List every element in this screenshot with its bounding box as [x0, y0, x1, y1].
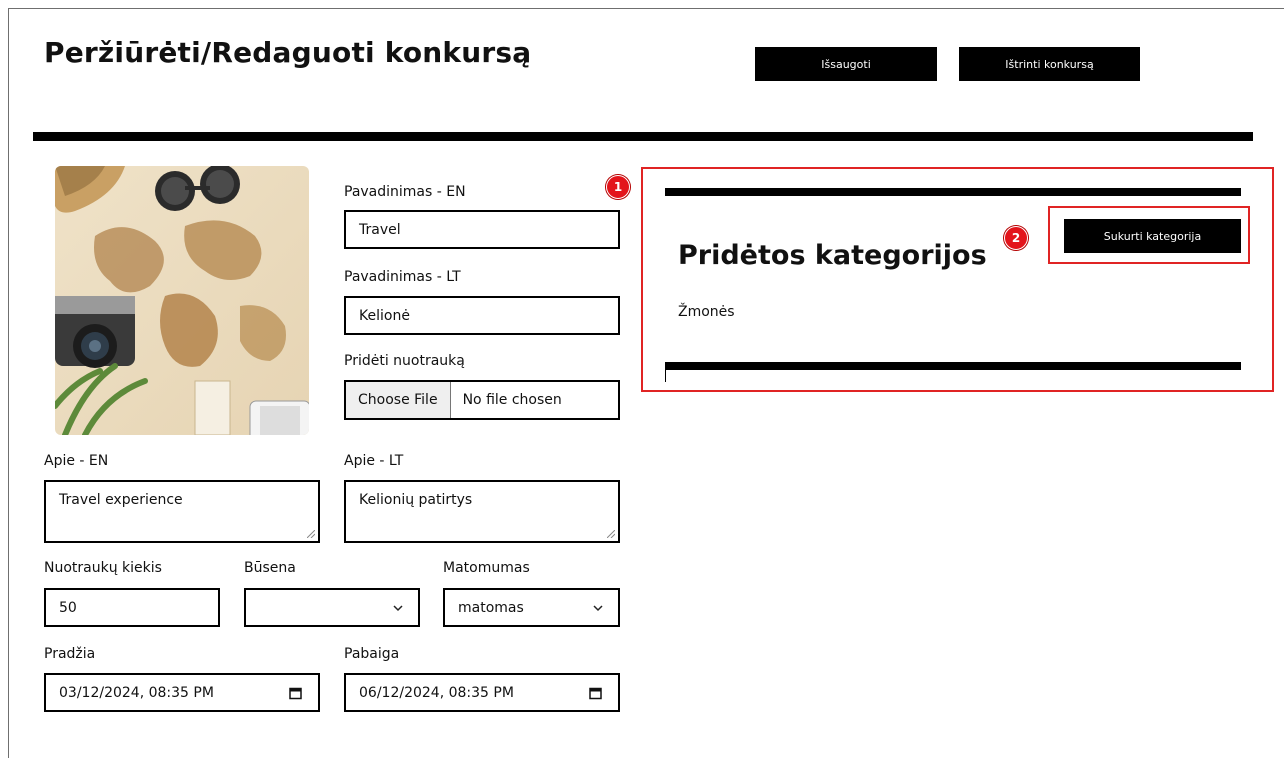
about-en-value: Travel experience — [59, 492, 183, 508]
save-button[interactable]: Išsaugoti — [755, 47, 937, 81]
name-lt-input[interactable]: Kelionė — [344, 296, 620, 335]
header-divider — [33, 132, 1253, 141]
photo-count-input[interactable]: 50 — [44, 588, 220, 627]
end-date-value: 06/12/2024, 08:35 PM — [359, 684, 514, 701]
window-top-border — [8, 8, 1284, 9]
annotation-highlight-create-button — [1048, 206, 1250, 264]
contest-image — [55, 166, 309, 435]
name-lt-label: Pavadinimas - LT — [344, 269, 461, 285]
visibility-label: Matomumas — [443, 560, 530, 576]
status-label: Būsena — [244, 560, 296, 576]
chevron-down-icon — [593, 604, 603, 611]
file-status-text: No file chosen — [462, 392, 562, 408]
about-en-textarea[interactable]: Travel experience — [44, 480, 320, 543]
calendar-icon[interactable] — [589, 686, 602, 699]
visibility-select[interactable]: matomas — [443, 588, 620, 627]
name-en-label: Pavadinimas - EN — [344, 184, 466, 200]
window-left-border — [8, 8, 9, 758]
delete-contest-button[interactable]: Ištrinti konkursą — [959, 47, 1140, 81]
end-date-label: Pabaiga — [344, 646, 400, 662]
name-en-value: Travel — [359, 221, 401, 238]
start-date-value: 03/12/2024, 08:35 PM — [59, 684, 214, 701]
end-datetime-input[interactable]: 06/12/2024, 08:35 PM — [344, 673, 620, 712]
photo-upload-label: Pridėti nuotrauką — [344, 353, 465, 369]
annotation-badge-2: 2 — [1004, 226, 1028, 250]
about-en-label: Apie - EN — [44, 453, 109, 469]
start-date-label: Pradžia — [44, 646, 96, 662]
about-lt-value: Kelionių patirtys — [359, 492, 473, 508]
photo-file-input[interactable]: Choose File No file chosen — [344, 380, 620, 420]
about-lt-label: Apie - LT — [344, 453, 404, 469]
photo-count-label: Nuotraukų kiekis — [44, 560, 162, 576]
choose-file-button[interactable]: Choose File — [346, 382, 451, 418]
annotation-highlight-categories — [641, 167, 1274, 392]
page-title: Peržiūrėti/Redaguoti konkursą — [44, 36, 532, 69]
chevron-down-icon — [393, 604, 403, 611]
visibility-value: matomas — [458, 599, 524, 616]
about-lt-textarea[interactable]: Kelionių patirtys — [344, 480, 620, 543]
name-en-input[interactable]: Travel — [344, 210, 620, 249]
start-datetime-input[interactable]: 03/12/2024, 08:35 PM — [44, 673, 320, 712]
name-lt-value: Kelionė — [359, 307, 410, 324]
calendar-icon[interactable] — [289, 686, 302, 699]
photo-count-value: 50 — [59, 599, 77, 616]
resize-handle-icon[interactable] — [607, 530, 615, 538]
status-select[interactable] — [244, 588, 420, 627]
resize-handle-icon[interactable] — [307, 530, 315, 538]
annotation-badge-1: 1 — [606, 175, 630, 199]
